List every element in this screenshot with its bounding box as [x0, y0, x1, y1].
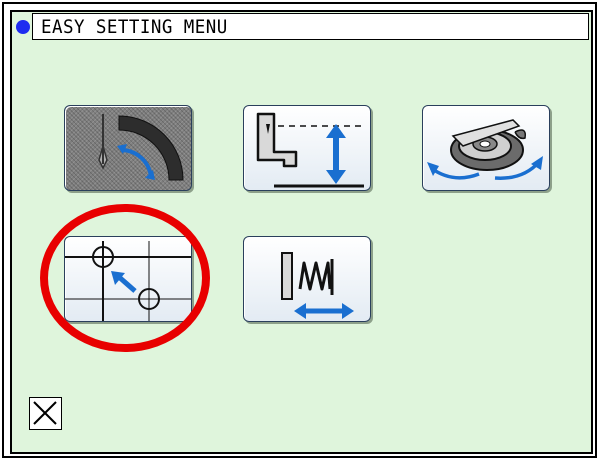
close-icon	[33, 401, 57, 425]
needle-rotation-icon	[98, 114, 184, 181]
origin-position-button[interactable]	[64, 236, 192, 322]
status-dot-icon	[16, 20, 30, 34]
spring-tension-button[interactable]	[243, 236, 371, 322]
origin-position-icon	[65, 241, 191, 321]
spring-tension-icon	[281, 252, 354, 319]
title-bar: EASY SETTING MENU	[14, 13, 589, 42]
rotary-hook-icon	[427, 119, 543, 180]
page-title: EASY SETTING MENU	[41, 16, 228, 38]
title-box: EASY SETTING MENU	[32, 13, 589, 40]
presser-foot-height-button[interactable]	[243, 105, 371, 191]
hook-rotation-button[interactable]	[422, 105, 550, 191]
presser-foot-height-icon	[256, 112, 366, 188]
needle-rotation-button[interactable]	[64, 105, 192, 191]
menu-panel	[10, 10, 593, 454]
close-button[interactable]	[29, 397, 62, 430]
